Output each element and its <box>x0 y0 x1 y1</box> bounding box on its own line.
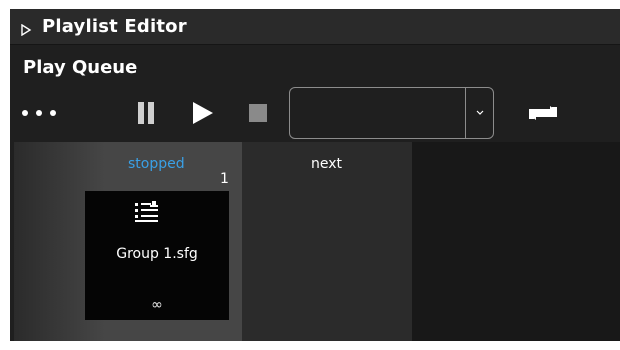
status-label: stopped <box>128 156 185 172</box>
pause-icon <box>138 102 154 124</box>
play-button[interactable] <box>186 97 218 129</box>
playlist-editor-panel: Playlist Editor Play Queue stopped 1 nex… <box>10 9 620 341</box>
more-dot-icon <box>36 110 42 116</box>
pause-button[interactable] <box>130 97 162 129</box>
chevron-down-icon <box>476 110 483 115</box>
play-queue-area: stopped 1 next Group 1.sfg ∞ <box>14 142 620 341</box>
more-dot-icon <box>50 110 56 116</box>
playlist-icon <box>135 201 158 222</box>
dropdown-arrow-area[interactable] <box>465 88 493 138</box>
queue-item-name: Group 1.sfg <box>116 246 198 262</box>
triangle-right-icon[interactable] <box>20 21 32 36</box>
queue-index: 1 <box>220 171 229 187</box>
loop-indicator: ∞ <box>151 297 163 313</box>
next-label: next <box>311 156 343 172</box>
section-title: Play Queue <box>23 57 138 78</box>
repeat-icon <box>529 106 557 120</box>
playback-toolbar <box>10 87 620 139</box>
stop-button[interactable] <box>242 97 274 129</box>
panel-title: Playlist Editor <box>42 16 187 37</box>
expander-header[interactable]: Playlist Editor <box>10 9 620 45</box>
stop-icon <box>249 104 267 122</box>
repeat-button[interactable] <box>525 99 561 127</box>
empty-queue-area <box>412 142 620 341</box>
playlist-selector-dropdown[interactable] <box>289 87 494 139</box>
more-button[interactable] <box>22 102 56 124</box>
queue-item-tile[interactable]: Group 1.sfg ∞ <box>85 191 229 320</box>
play-icon <box>193 102 213 124</box>
more-dot-icon <box>22 110 28 116</box>
